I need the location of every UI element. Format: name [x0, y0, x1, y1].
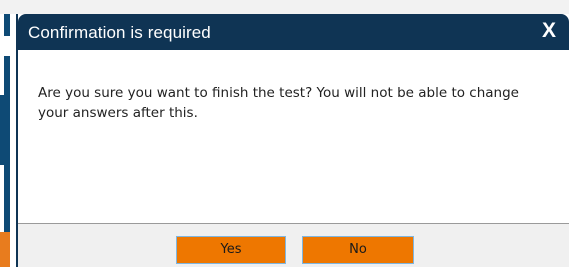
- background-app-gap: [0, 36, 10, 56]
- confirmation-dialog: Confirmation is required X Are you sure …: [16, 14, 569, 267]
- no-button[interactable]: No: [302, 236, 414, 264]
- dialog-titlebar: Confirmation is required X: [18, 14, 569, 50]
- yes-button[interactable]: Yes: [176, 236, 286, 264]
- dialog-footer: Yes No: [18, 223, 569, 267]
- close-icon[interactable]: X: [537, 19, 561, 43]
- dialog-message: Are you sure you want to finish the test…: [38, 85, 519, 121]
- background-app-top: [0, 0, 569, 14]
- background-app-orange-button: [0, 232, 10, 267]
- dialog-title: Confirmation is required: [28, 23, 211, 42]
- background-app-panel: [0, 95, 10, 165]
